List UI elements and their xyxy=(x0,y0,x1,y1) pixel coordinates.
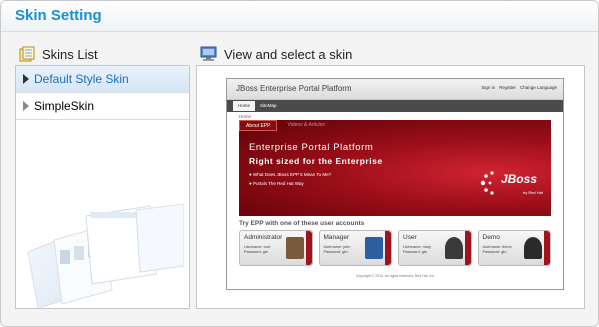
preview-banner-title: Enterprise Portal Platform xyxy=(249,142,374,153)
preview-portal-header: JBoss Enterprise Portal Platform Sign in… xyxy=(227,79,563,100)
preview-account-image xyxy=(285,237,304,259)
preview-account-title: Demo xyxy=(482,234,500,241)
preview-account-card: Administrator Username: root Password: gt… xyxy=(239,230,313,266)
preview-link: Change Language xyxy=(519,85,557,90)
preview-account-card: User Username: mary Password: gtn xyxy=(398,230,472,266)
preview-banner: About EPP Videos & Articles Enterprise P… xyxy=(239,120,551,216)
preview-banner-subtitle: Right sized for the Enterprise xyxy=(249,156,383,166)
preview-brand: JBoss Enterprise Portal Platform xyxy=(236,84,352,93)
expand-arrow-icon xyxy=(23,101,29,111)
preview-header: View and select a skin xyxy=(200,43,352,65)
title-bar: Skin Setting xyxy=(1,1,598,32)
preview-top-links: Sign in Register Change Language xyxy=(481,85,557,90)
skin-item-label: SimpleSkin xyxy=(34,99,95,113)
preview-logo: JBoss xyxy=(500,172,537,186)
skins-list-header: Skins List xyxy=(19,43,98,65)
skin-item-simpleskin[interactable]: SimpleSkin xyxy=(16,93,189,120)
preview-nav-tab: Home xyxy=(233,101,256,111)
preview-link: Register xyxy=(499,85,516,90)
preview-account-strip xyxy=(544,231,550,265)
preview-banner-tab: About EPP xyxy=(239,120,278,131)
preview-banner-tabs: About EPP Videos & Articles xyxy=(239,120,331,131)
preview-account-credentials: Username: demo Password: gtn xyxy=(482,245,512,254)
skin-preview-panel: JBoss Enterprise Portal Platform Sign in… xyxy=(196,65,585,309)
preview-copyright: Copyright © 2010. All rights reserved, R… xyxy=(355,274,435,278)
skin-setting-window: Skin Setting Skins List View and select … xyxy=(0,0,599,327)
preview-account-image xyxy=(365,237,383,259)
preview-account-title: User xyxy=(403,234,417,241)
preview-nav-tab: SiteMap xyxy=(260,103,277,108)
preview-banner-tab: Videos & Articles xyxy=(287,122,325,128)
skins-list-title: Skins List xyxy=(42,46,98,62)
skin-item-label: Default Style Skin xyxy=(34,72,129,86)
preview-account-strip xyxy=(385,231,391,265)
preview-account-card: Manager Username: john Password: gtn xyxy=(318,230,392,266)
preview-account-cards: Administrator Username: root Password: gt… xyxy=(239,230,551,266)
monitor-icon xyxy=(200,46,217,61)
preview-account-strip xyxy=(305,231,312,265)
preview-logo-sub: by Red Hat xyxy=(522,190,543,195)
preview-account-title: Administrator xyxy=(244,234,283,241)
preview-account-image xyxy=(444,237,463,259)
skins-list-panel: Default Style Skin SimpleSkin xyxy=(15,65,190,309)
skins-list-icon xyxy=(19,46,35,62)
preview-account-credentials: Username: mary Password: gtn xyxy=(403,245,432,254)
preview-account-credentials: Username: root Password: gtn xyxy=(244,245,271,254)
preview-account-title: Manager xyxy=(323,234,350,241)
preview-account-strip xyxy=(464,231,471,265)
skin-item-default-style[interactable]: Default Style Skin xyxy=(16,66,189,93)
preview-try-text: Try EPP with one of these user accounts xyxy=(239,220,365,227)
skin-preview-image[interactable]: JBoss Enterprise Portal Platform Sign in… xyxy=(226,78,564,290)
preview-account-credentials: Username: john Password: gtn xyxy=(323,245,351,254)
preview-account-image xyxy=(524,237,542,259)
preview-title: View and select a skin xyxy=(224,46,353,62)
page-title: Skin Setting xyxy=(15,7,102,24)
preview-banner-bullet: ● Portals The Red Hat Way xyxy=(249,181,304,186)
preview-nav-bar: Home SiteMap xyxy=(227,100,563,112)
preview-link: Sign in xyxy=(481,85,496,90)
preview-banner-bullet: ● What Does JBoss EPP 5 Mean To Me? xyxy=(249,172,332,177)
expand-arrow-icon xyxy=(23,74,29,84)
preview-account-card: Demo Username: demo Password: gtn xyxy=(477,230,551,266)
windows-illustration xyxy=(27,203,184,309)
